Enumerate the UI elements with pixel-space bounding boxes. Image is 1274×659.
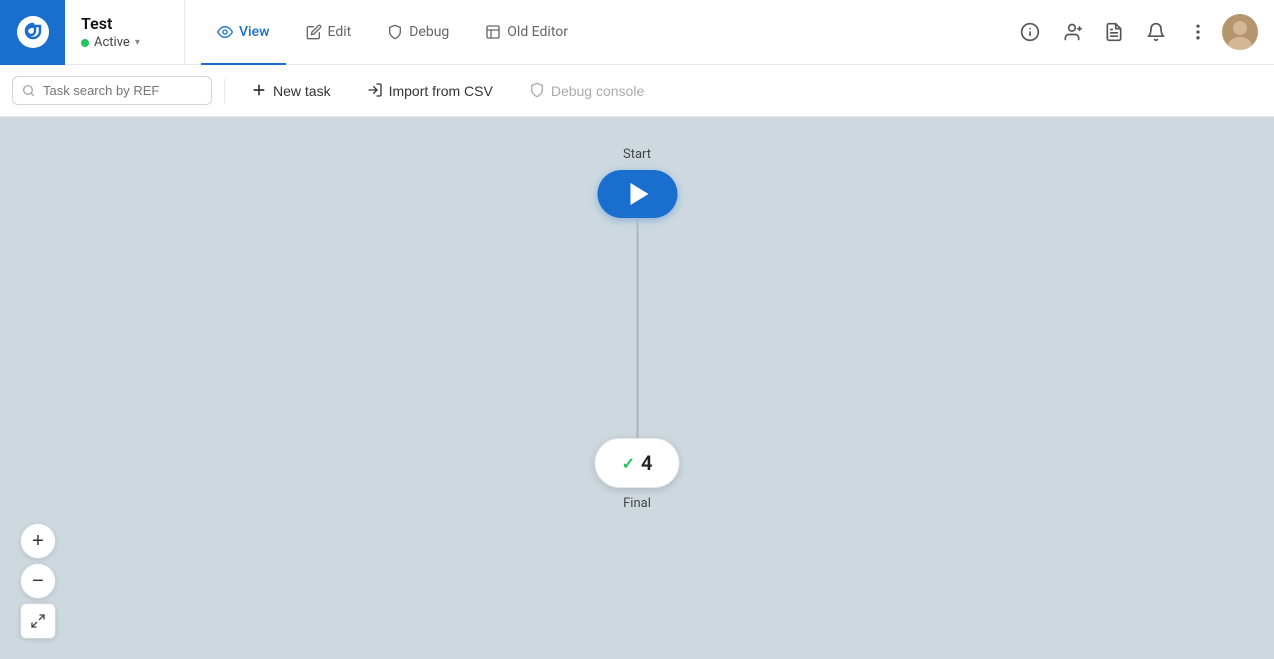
zoom-controls: + − (20, 523, 56, 639)
tab-view-label: View (239, 24, 270, 40)
more-button[interactable] (1180, 14, 1216, 50)
tab-edit[interactable]: Edit (290, 1, 368, 65)
info-icon (1020, 22, 1040, 42)
status-label: Active (94, 35, 130, 50)
search-icon (22, 83, 35, 98)
play-icon (630, 183, 648, 205)
tab-old-editor-label: Old Editor (507, 24, 568, 40)
notes-button[interactable] (1096, 14, 1132, 50)
old-editor-icon (485, 24, 501, 40)
avatar[interactable] (1222, 14, 1258, 50)
toolbar-divider (224, 79, 225, 103)
check-icon: ✓ (622, 454, 635, 473)
connector-line (636, 218, 638, 438)
flow-canvas: Start ✓ 4 Final + − (0, 117, 1274, 659)
bell-button[interactable] (1138, 14, 1174, 50)
status-dot (81, 39, 89, 47)
chevron-down-icon: ▾ (135, 37, 140, 48)
toolbar: New task Import from CSV Debug console (0, 65, 1274, 117)
final-node[interactable]: ✓ 4 (595, 438, 680, 488)
bell-icon (1146, 22, 1166, 42)
nav-tabs: View Edit Debug Old Editor (185, 0, 996, 64)
logo-area (0, 0, 65, 65)
debug-console-button[interactable]: Debug console (515, 76, 658, 106)
tab-debug-label: Debug (409, 24, 449, 40)
tab-debug[interactable]: Debug (371, 1, 465, 65)
new-task-label: New task (273, 83, 331, 99)
tab-view[interactable]: View (201, 1, 286, 65)
app-title: Test (81, 14, 168, 33)
import-label: Import from CSV (389, 83, 493, 99)
header: Test Active ▾ View Edit Debug (0, 0, 1274, 65)
debug-icon (387, 24, 403, 40)
final-label: Final (623, 496, 651, 511)
fit-button[interactable] (20, 603, 56, 639)
app-title-area: Test Active ▾ (65, 0, 185, 64)
import-icon (367, 82, 383, 100)
search-input[interactable] (12, 76, 212, 105)
more-vertical-icon (1188, 22, 1208, 42)
eye-icon (217, 24, 233, 40)
info-button[interactable] (1012, 14, 1048, 50)
zoom-out-button[interactable]: − (20, 563, 56, 599)
add-user-icon (1062, 22, 1082, 42)
header-actions (996, 14, 1274, 50)
zoom-in-button[interactable]: + (20, 523, 56, 559)
new-task-button[interactable]: New task (237, 76, 345, 106)
flow-container: Start ✓ 4 Final (595, 117, 680, 511)
notes-icon (1104, 22, 1124, 42)
status-badge[interactable]: Active ▾ (81, 35, 168, 50)
edit-icon (306, 24, 322, 40)
start-label: Start (623, 147, 651, 162)
fit-icon (30, 613, 46, 629)
add-user-button[interactable] (1054, 14, 1090, 50)
debug-console-label: Debug console (551, 83, 644, 99)
import-button[interactable]: Import from CSV (353, 76, 507, 106)
app-logo (17, 16, 49, 48)
tab-old-editor[interactable]: Old Editor (469, 1, 584, 65)
tab-edit-label: Edit (328, 24, 352, 40)
final-count: 4 (641, 451, 652, 475)
search-input-wrap (12, 76, 212, 105)
plus-icon (251, 82, 267, 100)
start-node[interactable] (597, 170, 677, 218)
console-icon (529, 82, 545, 100)
